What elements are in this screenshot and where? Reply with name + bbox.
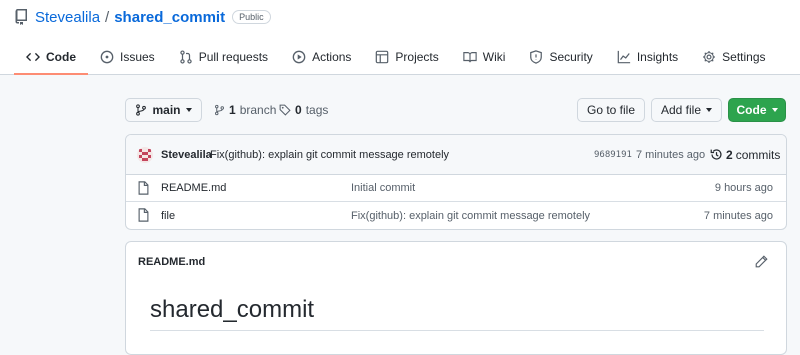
visibility-badge: Public <box>232 10 271 24</box>
issue-icon <box>100 50 114 64</box>
heading-divider <box>150 330 764 331</box>
tab-actions[interactable]: Actions <box>280 40 363 73</box>
add-file-button[interactable]: Add file <box>651 98 722 122</box>
branch-name: main <box>152 103 181 117</box>
chevron-down-icon <box>771 108 778 112</box>
tags-count: 0 <box>295 103 302 117</box>
commits-label: commits <box>735 147 781 162</box>
tab-label: Actions <box>312 49 352 64</box>
branch-select-button[interactable]: main <box>125 98 202 122</box>
pull-request-icon <box>179 49 193 64</box>
tab-label: Issues <box>120 49 155 64</box>
branch-icon <box>214 104 225 116</box>
code-button[interactable]: Code <box>728 98 786 122</box>
file-listing: Stevealila Fix(github): explain git comm… <box>125 134 787 230</box>
table-icon <box>375 50 389 64</box>
commit-time: 7 minutes ago <box>636 148 706 161</box>
branch-icon <box>135 104 147 116</box>
file-commit-time: 9 hours ago <box>714 182 773 194</box>
history-icon <box>710 148 723 161</box>
tab-label: Pull requests <box>198 49 269 64</box>
repo-separator: / <box>105 8 110 26</box>
tags-label: tags <box>305 103 329 117</box>
readme-heading: shared_commit <box>150 296 315 323</box>
table-row[interactable]: README.md Initial commit 9 hours ago <box>126 175 786 202</box>
repo-owner-link[interactable]: Stevealila <box>35 9 100 26</box>
repo-header: Stevealila / shared_commit Public Code I… <box>0 0 800 75</box>
avatar[interactable] <box>137 147 153 163</box>
go-to-file-button[interactable]: Go to file <box>577 98 645 122</box>
tab-pull-requests[interactable]: Pull requests <box>167 40 280 73</box>
tab-wiki[interactable]: Wiki <box>451 40 518 73</box>
file-commit-message-link[interactable]: Initial commit <box>351 182 415 194</box>
go-to-file-label: Go to file <box>586 103 636 117</box>
tab-settings[interactable]: Settings <box>690 40 777 73</box>
tag-icon <box>279 104 291 116</box>
tab-label: Projects <box>395 49 439 64</box>
readme-filename[interactable]: README.md <box>138 256 205 268</box>
repo-icon <box>14 9 28 25</box>
shield-icon <box>529 49 543 64</box>
table-row[interactable]: file Fix(github): explain git commit mes… <box>126 202 786 229</box>
file-commit-time: 7 minutes ago <box>703 209 773 222</box>
repo-nav-tabs: Code Issues Pull requests Actions Projec… <box>14 40 778 75</box>
tab-issues[interactable]: Issues <box>88 40 167 73</box>
tab-label: Insights <box>636 49 679 64</box>
code-icon <box>26 50 40 64</box>
chevron-down-icon <box>706 108 713 112</box>
file-name-link[interactable]: file <box>161 210 175 222</box>
tab-code[interactable]: Code <box>14 40 88 75</box>
branches-label: branch <box>239 103 277 117</box>
tab-label: Code <box>46 49 76 64</box>
file-name-link[interactable]: README.md <box>161 182 226 194</box>
tab-insights[interactable]: Insights <box>605 40 690 73</box>
tab-projects[interactable]: Projects <box>363 40 450 73</box>
file-icon <box>138 181 149 195</box>
repo-name-link[interactable]: shared_commit <box>114 9 225 26</box>
add-file-label: Add file <box>660 103 702 117</box>
pencil-icon[interactable] <box>755 255 768 268</box>
file-commit-message-link[interactable]: Fix(github): explain git commit message … <box>351 210 590 222</box>
tab-security[interactable]: Security <box>517 40 604 73</box>
tab-label: Settings <box>722 49 766 64</box>
latest-commit-row: Stevealila Fix(github): explain git comm… <box>126 135 786 175</box>
code-button-label: Code <box>736 103 767 117</box>
chevron-down-icon <box>185 108 192 112</box>
graph-icon <box>617 50 631 64</box>
play-icon <box>292 50 306 64</box>
commits-count: 2 <box>726 147 733 162</box>
repo-title: Stevealila / shared_commit Public <box>14 7 271 27</box>
readme-panel: README.md shared_commit <box>125 241 787 355</box>
branches-link[interactable]: 1 branch <box>214 103 276 117</box>
tags-link[interactable]: 0 tags <box>279 103 328 117</box>
commit-message-link[interactable]: Fix(github): explain git commit message … <box>210 149 449 161</box>
commit-author-link[interactable]: Stevealila <box>161 149 212 161</box>
tab-label: Wiki <box>482 49 506 64</box>
tab-label: Security <box>549 49 593 64</box>
file-icon <box>138 208 149 222</box>
book-icon <box>463 50 477 64</box>
commits-history-link[interactable]: 2 commits <box>710 148 780 162</box>
branches-count: 1 <box>229 103 236 117</box>
commit-sha-link[interactable]: 9689191 <box>594 150 632 160</box>
gear-icon <box>702 50 716 64</box>
